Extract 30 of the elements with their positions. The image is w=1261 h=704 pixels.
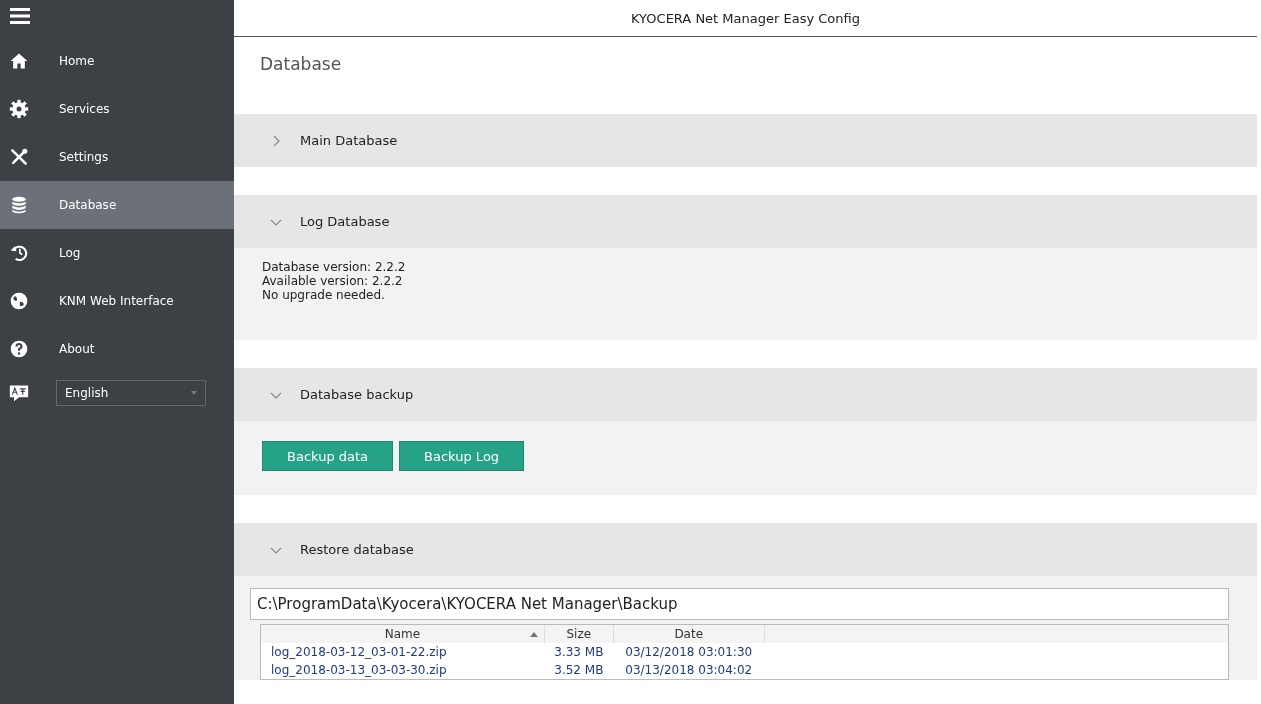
section-header[interactable]: Restore database — [234, 523, 1257, 576]
menu-icon[interactable] — [10, 6, 30, 26]
sidebar-item[interactable]: Services — [0, 85, 234, 133]
info-text: No upgrade needed. — [262, 288, 386, 302]
language-icon — [9, 383, 29, 403]
file-cell[interactable]: 3.33 MB — [544, 643, 614, 661]
info-text: Database version: 2.2.2 — [262, 260, 407, 274]
language-dropdown[interactable]: English — [56, 380, 206, 406]
file-cell[interactable]: log_2018-03-13_03-03-30.zip — [261, 661, 545, 679]
caret-icon — [191, 391, 197, 395]
sidebar-item[interactable]: Database — [0, 181, 234, 229]
sidebar-item[interactable]: Log — [0, 229, 234, 277]
info-text: Available version: 2.2.2 — [262, 274, 404, 288]
sidebar-item[interactable]: About — [0, 325, 234, 373]
page-title: Database — [260, 54, 342, 74]
column-header[interactable]: Size — [544, 625, 614, 643]
path-field[interactable]: C:\ProgramData\Kyocera\KYOCERA Net Manager\Backup — [250, 588, 1229, 620]
column-header[interactable]: Date — [613, 625, 765, 643]
column-header[interactable]: Name — [261, 625, 545, 643]
file-cell[interactable]: 3.52 MB — [544, 661, 614, 679]
file-cell[interactable]: 03/13/2018 03:04:02 — [613, 661, 765, 679]
section-header[interactable]: Database backup — [234, 368, 1257, 421]
sidebar-item[interactable]: Settings — [0, 133, 234, 181]
sidebar-item[interactable]: KNM Web Interface — [0, 277, 234, 325]
window-title: KYOCERA Net Manager Easy Config — [631, 10, 860, 26]
section-header[interactable]: Main Database — [234, 114, 1257, 167]
file-cell[interactable]: log_2018-03-12_03-01-22.zip — [261, 643, 545, 661]
file-cell[interactable]: 03/12/2018 03:01:30 — [613, 643, 765, 661]
sidebar-item[interactable]: Home — [0, 37, 234, 85]
section-header[interactable]: Log Database — [234, 195, 1257, 248]
